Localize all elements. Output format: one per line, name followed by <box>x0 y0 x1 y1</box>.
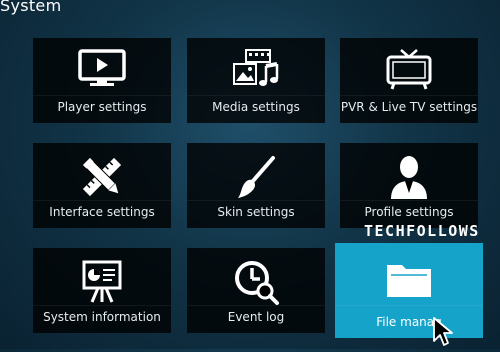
folder-icon <box>335 257 483 301</box>
tile-file-manager[interactable]: File manag <box>335 243 483 338</box>
tv-icon <box>340 48 478 92</box>
tile-label: Player settings <box>57 100 147 114</box>
paintbrush-icon <box>187 153 325 201</box>
tile-pvr-live-tv-settings[interactable]: PVR & Live TV settings <box>340 38 478 123</box>
tile-label: Profile settings <box>364 205 454 219</box>
tile-player-settings[interactable]: Player settings <box>33 38 171 123</box>
pencil-ruler-icon <box>33 153 171 201</box>
tile-label: File manag <box>376 315 442 329</box>
page-title: System <box>0 0 62 15</box>
monitor-play-icon <box>33 48 171 88</box>
clock-search-icon <box>187 258 325 306</box>
presentation-icon <box>33 258 171 306</box>
mouse-pointer-icon <box>432 316 456 352</box>
media-icon <box>187 48 325 92</box>
tile-label: Interface settings <box>49 205 155 219</box>
tile-event-log[interactable]: Event log <box>187 248 325 333</box>
user-icon <box>340 153 478 201</box>
tile-interface-settings[interactable]: Interface settings <box>33 143 171 228</box>
watermark: TECHFOLLOWS <box>364 222 480 240</box>
tile-profile-settings[interactable]: Profile settings <box>340 143 478 228</box>
tile-label: System information <box>43 310 161 324</box>
tile-system-information[interactable]: System information <box>33 248 171 333</box>
tile-skin-settings[interactable]: Skin settings <box>187 143 325 228</box>
tile-label: Event log <box>227 310 285 324</box>
tile-label: Skin settings <box>217 205 295 219</box>
tile-label: Media settings <box>212 100 300 114</box>
tile-label: PVR & Live TV settings <box>340 100 478 114</box>
tile-media-settings[interactable]: Media settings <box>187 38 325 123</box>
